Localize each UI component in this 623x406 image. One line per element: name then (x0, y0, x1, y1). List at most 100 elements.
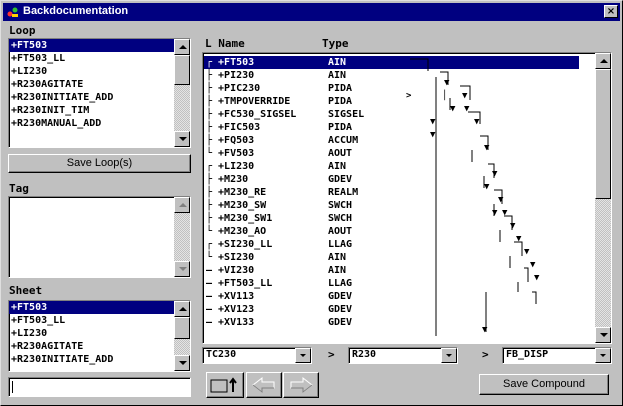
loop-list-item[interactable]: +R230INIT_TIM (9, 104, 190, 117)
block-name-cell: ├ +M230_SW (206, 199, 324, 212)
scroll-up-button[interactable] (174, 301, 190, 317)
sheet-list-item[interactable]: +FT503 (9, 301, 190, 314)
loop-list-item[interactable]: +R230INITIATE_ADD (9, 91, 190, 104)
svg-text:▼: ▼ (450, 104, 456, 114)
block-name: +SI230 (218, 252, 255, 263)
block-name-cell: ┌ +LI230 (206, 160, 324, 173)
svg-text:▼: ▼ (502, 208, 508, 218)
separator-arrow: > (328, 348, 335, 361)
block-type-cell: LLAG (328, 239, 353, 250)
export-button[interactable] (206, 372, 244, 398)
block-type-cell: PIDA (328, 96, 353, 107)
left-arrow-icon (252, 376, 275, 394)
loop-list-item[interactable]: +R230MANUAL_ADD (9, 117, 190, 130)
block-type-cell: SIGSEL (328, 109, 365, 120)
block-type-cell: SWCH (328, 213, 353, 224)
backdocumentation-window: Backdocumentation × Loop +FT503 +FT503_LL… (0, 0, 623, 406)
app-icon (7, 7, 18, 17)
save-loops-button[interactable]: Save Loop(s) (8, 154, 191, 173)
scroll-down-button[interactable] (595, 327, 611, 343)
sheet-list-item[interactable]: +R230INITIATE_ADD (9, 353, 190, 366)
block-type-cell: AOUT (328, 226, 353, 237)
block-name-cell: — +FT503_LL (206, 277, 324, 290)
sheet-list-item[interactable]: +R230AGITATE (9, 340, 190, 353)
chevron-down-icon[interactable] (441, 348, 457, 363)
tree-connector: — (206, 291, 213, 302)
chevron-down-icon[interactable] (595, 348, 611, 363)
block-name-cell: ├ +M230 (206, 173, 324, 186)
block-name: +M230_SW (218, 200, 267, 211)
scroll-up-button[interactable] (595, 53, 611, 69)
chevron-down-icon[interactable] (295, 348, 311, 363)
sheet-scrollbar[interactable] (174, 301, 190, 371)
loop-list-item[interactable]: +LI230 (9, 65, 190, 78)
svg-text:▼: ▼ (524, 247, 530, 257)
block-combo-value: R230 (352, 349, 377, 360)
block-type-cell: AIN (328, 161, 347, 172)
separator-arrow: > (482, 348, 489, 361)
tree-connector: ├ (206, 70, 213, 81)
sheet-list-item[interactable]: +LI230 (9, 327, 190, 340)
loop-list-item[interactable]: +FT503_LL (9, 52, 190, 65)
block-name-cell: └ +SI230 (206, 251, 324, 264)
back-button[interactable] (246, 372, 282, 398)
scroll-down-button[interactable] (174, 131, 190, 147)
tag-scrollbar[interactable] (174, 197, 190, 277)
loop-list-item[interactable]: +R230AGITATE (9, 78, 190, 91)
scroll-down-button[interactable] (174, 355, 190, 371)
sheet-list[interactable]: +FT503 +FT503_LL +LI230 +R230AGITATE +R230IN… (8, 300, 191, 372)
scroll-thumb[interactable] (174, 55, 190, 85)
svg-text:▼: ▼ (498, 195, 504, 205)
block-name: +VI230 (218, 265, 255, 276)
compound-grid[interactable]: ┌ +FT503 AIN ├ +PI230 AIN ├ +PIC230 PIDA ├ +TMPOVE… (202, 52, 612, 344)
tree-connector: └ (206, 148, 213, 159)
svg-text:▼: ▼ (492, 208, 498, 218)
grid-scrollbar[interactable] (595, 53, 611, 343)
block-type-cell: LLAG (328, 278, 353, 289)
close-button[interactable]: × (604, 5, 618, 18)
block-type-cell: REALM (328, 187, 359, 198)
display-combo[interactable]: FB_DISP (502, 347, 612, 364)
block-name: +M230_AO (218, 226, 267, 237)
scroll-thumb[interactable] (174, 317, 190, 339)
loop-list-item[interactable]: +FT503 (9, 39, 190, 52)
tag-list[interactable] (8, 196, 191, 278)
block-name-cell: ├ +TMPOVERRIDE (206, 95, 324, 108)
window-title: Backdocumentation (23, 5, 129, 17)
block-name: +FC530_SIGSEL (218, 109, 297, 120)
loop-list[interactable]: +FT503 +FT503_LL +LI230 +R230AGITATE +R230IN… (8, 38, 191, 148)
loop-scrollbar[interactable] (174, 39, 190, 147)
block-type-cell: SWCH (328, 200, 353, 211)
column-header-name[interactable]: L Name (205, 37, 245, 50)
box-arrow-icon (210, 377, 237, 393)
flow-diagram: ▼ ▼ │ ▼ ▼ ▼ ▼ ▼ > ▼ ▼ ▼ ▼ ▼ ▼ ▼ ▼ ▼ ▼ ▼ (406, 58, 540, 336)
svg-text:▼: ▼ (430, 130, 436, 140)
forward-button[interactable] (283, 372, 319, 398)
block-name: +XV113 (218, 291, 255, 302)
scroll-thumb[interactable] (595, 69, 611, 199)
save-compound-button[interactable]: Save Compound (479, 374, 609, 395)
block-name-cell: — +XV123 (206, 303, 324, 316)
scroll-up-button[interactable] (174, 197, 190, 213)
block-name-cell: └ +FV503 (206, 147, 324, 160)
block-name: +SI230_LL (218, 239, 273, 250)
block-combo[interactable]: R230 (348, 347, 458, 364)
block-name-cell: — +XV133 (206, 316, 324, 329)
svg-text:▼: ▼ (510, 221, 516, 231)
block-type-cell: AOUT (328, 148, 353, 159)
scroll-down-button[interactable] (174, 261, 190, 277)
scroll-up-button[interactable] (174, 39, 190, 55)
svg-text:▼: ▼ (530, 260, 536, 270)
column-header-type[interactable]: Type (322, 37, 349, 50)
block-type-cell: GDEV (328, 291, 353, 302)
tree-connector: ├ (206, 213, 213, 224)
sheet-list-item[interactable]: +FT503_LL (9, 314, 190, 327)
compound-combo[interactable]: TC230 (202, 347, 312, 364)
sheet-input[interactable] (8, 377, 191, 397)
block-name: +FV503 (218, 148, 255, 159)
svg-text:▼: ▼ (474, 117, 480, 127)
block-name: +XV123 (218, 304, 255, 315)
block-name-cell: └ +M230_AO (206, 225, 324, 238)
tag-label: Tag (9, 182, 29, 195)
tree-connector: ├ (206, 135, 213, 146)
